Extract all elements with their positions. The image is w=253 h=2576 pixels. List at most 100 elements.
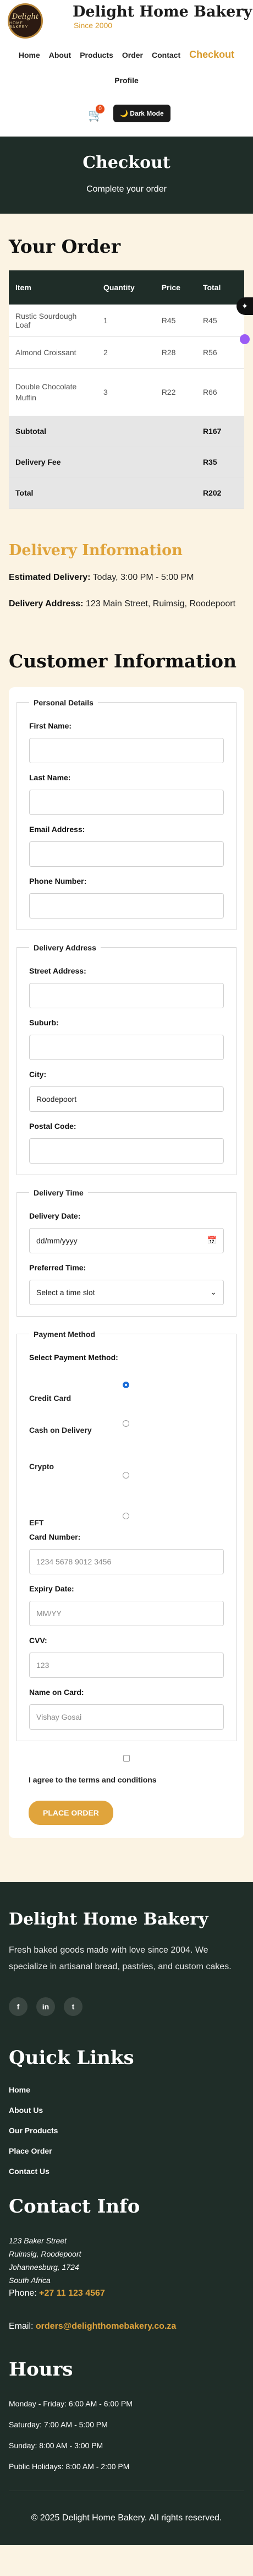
cell-qty: 2 <box>97 336 155 369</box>
nav-products[interactable]: Products <box>80 51 113 61</box>
nav-about[interactable]: About <box>49 51 71 61</box>
hours-title: Hours <box>9 2358 73 2381</box>
total-label: Total <box>9 477 97 509</box>
linkedin-icon[interactable]: in <box>36 1997 55 2016</box>
dark-mode-button[interactable]: 🌙 Dark Mode <box>113 105 170 122</box>
hours-row: Saturday: 7:00 AM - 5:00 PM <box>9 2420 108 2429</box>
first-name-input[interactable] <box>29 737 224 763</box>
email-input[interactable] <box>29 841 224 867</box>
phone-link[interactable]: +27 11 123 4567 <box>39 2289 105 2298</box>
footer-link-order[interactable]: Place Order <box>9 2146 244 2155</box>
brand-tagline: Since 2000 <box>74 21 113 30</box>
footer-description: Fresh baked goods made with love since 2… <box>9 1945 232 1971</box>
delivery-date-placeholder: dd/mm/yyyy <box>36 1236 78 1245</box>
payment-option-credit-card[interactable]: Credit Card <box>29 1373 224 1426</box>
chat-icon[interactable] <box>240 334 250 344</box>
footer-link-products[interactable]: Our Products <box>9 2126 244 2135</box>
payment-method-fieldset: Payment Method Select Payment Method: Cr… <box>16 1329 237 1741</box>
main-nav: Home About Products Order Contact Checko… <box>0 49 253 61</box>
social-links: f in t <box>9 1997 244 2016</box>
last-name-label: Last Name: <box>29 773 71 782</box>
site-header: Delight HOME BAKERY Delight Home Bakery … <box>0 0 253 137</box>
nav-checkout[interactable]: Checkout <box>189 49 234 61</box>
footer-link-about[interactable]: About Us <box>9 2106 244 2115</box>
card-number-input[interactable]: 1234 5678 9012 3456 <box>29 1548 224 1574</box>
cvv-input[interactable]: 123 <box>29 1652 224 1678</box>
first-name-label: First Name: <box>29 721 72 730</box>
total-row: Total R202 <box>9 477 244 509</box>
crypto-label: Crypto <box>29 1461 54 1471</box>
contact-info-title: Contact Info <box>9 2195 140 2218</box>
street-input[interactable] <box>29 982 224 1008</box>
nav-profile[interactable]: Profile <box>0 76 253 85</box>
terms-label[interactable]: I agree to the terms and conditions <box>16 1775 237 1784</box>
subtotal-value: R167 <box>196 416 244 447</box>
logo-text: Delight <box>12 12 39 21</box>
place-order-button[interactable]: PLACE ORDER <box>29 1800 113 1825</box>
name-on-card-input[interactable]: Vishay Gosai <box>29 1704 224 1730</box>
facebook-icon[interactable]: f <box>9 1997 28 2016</box>
credit-card-label: Credit Card <box>29 1393 72 1403</box>
terms-checkbox[interactable] <box>123 1754 130 1762</box>
quick-links-title: Quick Links <box>9 2046 134 2069</box>
payment-option-crypto[interactable]: Crypto <box>29 1462 224 1523</box>
nav-home[interactable]: Home <box>19 51 40 61</box>
delivery-address-value: 123 Main Street, Ruimsig, Roodepoort <box>85 599 236 608</box>
table-row: Almond Croissant 2 R28 R56 <box>9 336 244 369</box>
footer-link-contact[interactable]: Contact Us <box>9 2167 244 2176</box>
card-number-label: Card Number: <box>29 1532 81 1541</box>
address-line: South Africa <box>9 2275 51 2285</box>
cash-radio[interactable] <box>123 1420 129 1427</box>
payment-option-cash[interactable]: Cash on Delivery <box>29 1420 224 1479</box>
calendar-icon[interactable]: 📅 <box>207 1236 217 1245</box>
phone-input[interactable] <box>29 893 224 919</box>
delivery-fee-row: Delivery Fee R35 <box>9 447 244 478</box>
twitter-icon[interactable]: t <box>64 1997 82 2016</box>
cart-count-badge: 0 <box>96 105 105 113</box>
checkout-form: Personal Details First Name: Last Name: … <box>9 687 244 1838</box>
city-input[interactable]: Roodepoort <box>29 1086 224 1112</box>
page-hero: Checkout Complete your order <box>0 137 253 214</box>
col-total: Total <box>196 270 244 305</box>
page-title: Checkout <box>82 153 170 172</box>
estimated-delivery-value: Today, 3:00 PM - 5:00 PM <box>92 572 194 582</box>
brand-name[interactable]: Delight Home Bakery <box>73 3 252 20</box>
credit-card-radio[interactable] <box>123 1381 129 1388</box>
nav-contact[interactable]: Contact <box>152 51 180 61</box>
cell-item: Almond Croissant <box>9 336 97 369</box>
nav-order[interactable]: Order <box>122 51 143 61</box>
customer-info-title: Customer Information <box>9 650 237 672</box>
crypto-radio[interactable] <box>123 1471 129 1479</box>
footer-link-home[interactable]: Home <box>9 2085 244 2094</box>
address-line: Ruimsig, Roodepoort <box>9 2249 81 2258</box>
hours-row: Public Holidays: 8:00 AM - 2:00 PM <box>9 2461 130 2471</box>
delivery-time-fieldset: Delivery Time Delivery Date: dd/mm/yyyy … <box>16 1188 237 1317</box>
accessibility-icon[interactable]: ✦ <box>237 297 253 315</box>
delivery-date-input[interactable]: dd/mm/yyyy 📅 <box>29 1227 224 1253</box>
table-row: Double Chocolate Muffin 3 R22 R66 <box>9 368 244 416</box>
suburb-input[interactable] <box>29 1034 224 1060</box>
eft-radio[interactable] <box>123 1512 129 1519</box>
delivery-address-fieldset: Delivery Address Street Address: Suburb:… <box>16 943 237 1175</box>
phone-line: Phone: +27 11 123 4567 <box>9 2287 244 2300</box>
cell-price: R45 <box>155 305 196 337</box>
cart-icon[interactable]: 🛒 0 <box>88 105 105 122</box>
delivery-address: Delivery Address: 123 Main Street, Ruims… <box>9 596 244 612</box>
address-line: 123 Baker Street <box>9 2236 67 2245</box>
cell-qty: 1 <box>97 305 155 337</box>
payment-select-label: Select Payment Method: <box>29 1352 118 1362</box>
order-title: Your Order <box>9 236 121 257</box>
expiry-input[interactable]: MM/YY <box>29 1600 224 1626</box>
cash-label: Cash on Delivery <box>29 1425 92 1434</box>
logo[interactable]: Delight HOME BAKERY <box>8 3 43 39</box>
address-line: Johannesburg, 1724 <box>9 2262 79 2271</box>
preferred-time-select[interactable]: Select a time slot ⌄ <box>29 1279 224 1305</box>
email-link[interactable]: orders@delighthomebakery.co.za <box>36 2322 176 2331</box>
opening-hours: Monday - Friday: 6:00 AM - 6:00 PM Satur… <box>9 2399 244 2471</box>
site-footer: Delight Home Bakery Fresh baked goods ma… <box>0 1882 253 2545</box>
estimated-delivery: Estimated Delivery: Today, 3:00 PM - 5:0… <box>9 570 244 585</box>
postal-code-input[interactable] <box>29 1138 224 1164</box>
logo-subtext: HOME BAKERY <box>9 21 29 29</box>
delivery-address-label: Delivery Address: <box>9 599 84 608</box>
last-name-input[interactable] <box>29 789 224 815</box>
